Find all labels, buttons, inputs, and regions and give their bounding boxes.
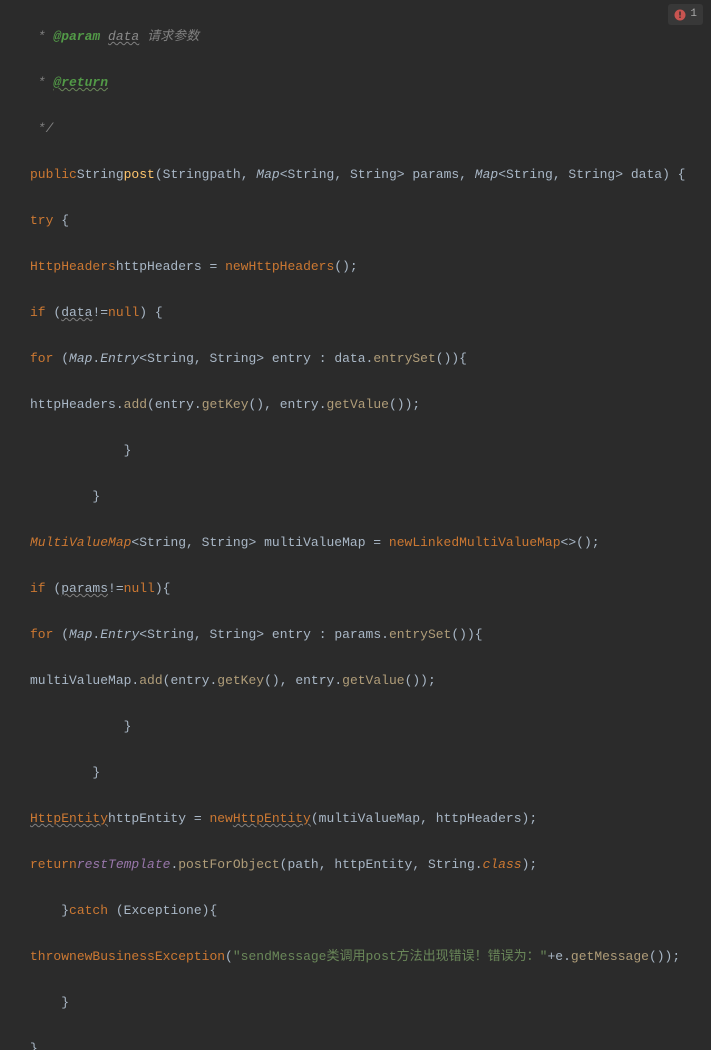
code-line: MultiValueMap<String, String> multiValue… [0, 531, 711, 554]
code-line: */ [0, 117, 711, 140]
error-icon [674, 9, 686, 21]
code-editor[interactable]: * @param data 请求参数 * @return */ public S… [0, 0, 711, 1050]
code-line: HttpHeaders httpHeaders = new HttpHeader… [0, 255, 711, 278]
code-line: for (Map.Entry<String, String> entry : p… [0, 623, 711, 646]
code-line: } [0, 1037, 711, 1050]
code-line: throw new BusinessException("sendMessage… [0, 945, 711, 968]
code-line: HttpEntity httpEntity = new HttpEntity(m… [0, 807, 711, 830]
code-line: } [0, 485, 711, 508]
code-line: try { [0, 209, 711, 232]
code-line: * @param data 请求参数 [0, 25, 711, 48]
code-line: multiValueMap.add(entry.getKey(), entry.… [0, 669, 711, 692]
code-line: httpHeaders.add(entry.getKey(), entry.ge… [0, 393, 711, 416]
code-line: if (data!=null) { [0, 301, 711, 324]
warning-count: 1 [690, 5, 697, 24]
code-line: public String post(String path, Map<Stri… [0, 163, 711, 186]
code-line: * @return [0, 71, 711, 94]
warning-badge[interactable]: 1 [668, 4, 703, 25]
code-line: }catch (Exception e){ [0, 899, 711, 922]
code-line: } [0, 761, 711, 784]
code-line: return restTemplate.postForObject(path, … [0, 853, 711, 876]
code-line: if (params!=null){ [0, 577, 711, 600]
code-line: for (Map.Entry<String, String> entry : d… [0, 347, 711, 370]
code-line: } [0, 715, 711, 738]
code-line: } [0, 439, 711, 462]
code-line: } [0, 991, 711, 1014]
